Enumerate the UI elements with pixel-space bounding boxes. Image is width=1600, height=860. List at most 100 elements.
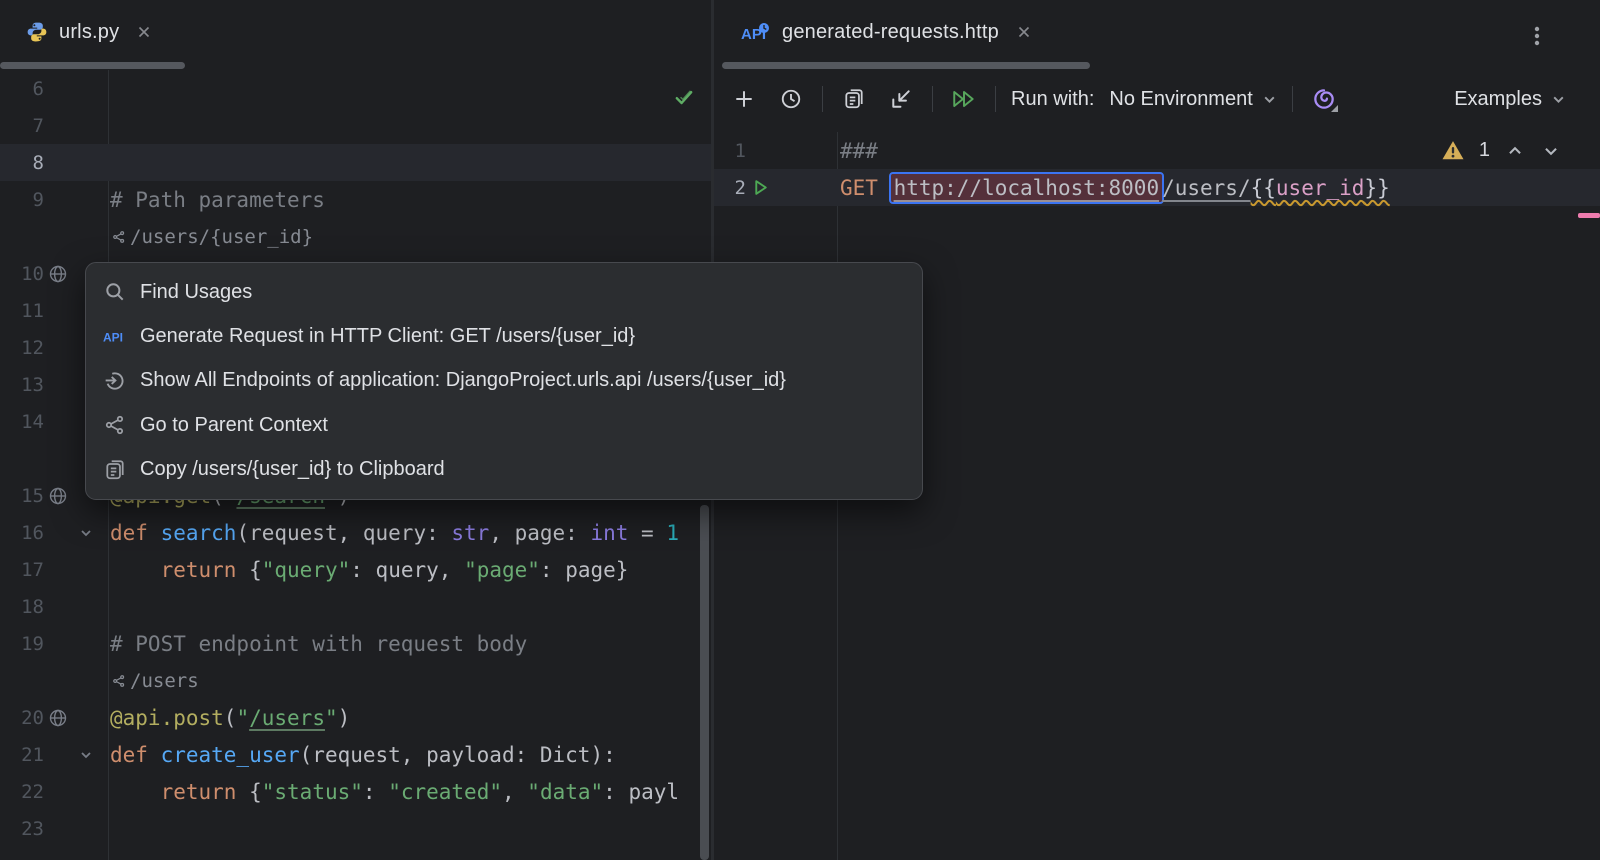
context-menu-item-go-to-parent-context[interactable]: Go to Parent Context <box>86 404 922 446</box>
request-history-button[interactable] <box>775 83 807 115</box>
dropdown-corner-icon <box>1331 105 1338 112</box>
chevron-up-icon <box>1506 142 1524 160</box>
token-txt: : <box>363 780 388 804</box>
code-line: 16def search(request, query: str, page: … <box>0 514 711 551</box>
token-txt: : payl <box>603 780 679 804</box>
examples-dropdown[interactable]: Examples <box>1454 88 1566 111</box>
line-number: 19 <box>0 633 44 655</box>
line-number: 16 <box>0 522 44 544</box>
code-line: 9# Path parameters <box>0 181 711 218</box>
token-str: "data" <box>527 780 603 804</box>
tab-scrollbar[interactable] <box>0 62 185 69</box>
show-endpoints-icon <box>103 370 127 392</box>
copy-icon <box>843 88 865 110</box>
inlay-hint-row: /users <box>0 662 711 699</box>
toolbar-separator <box>932 86 933 112</box>
error-stripe-mark[interactable] <box>1578 213 1600 218</box>
endpoint-inlay-icon[interactable] <box>112 230 126 244</box>
more-options-kebab-icon[interactable] <box>1526 22 1548 50</box>
code-line: 6 <box>0 70 711 107</box>
token-lnk: /users <box>249 706 325 730</box>
context-menu-item-show-all-endpoints[interactable]: Show All Endpoints of application: Djang… <box>86 360 922 402</box>
token-str: "status" <box>262 780 363 804</box>
endpoint-globe-icon[interactable] <box>44 708 72 728</box>
context-menu-item-generate-request[interactable]: API Generate Request in HTTP Client: GET… <box>86 316 922 358</box>
previous-problem-button[interactable] <box>1504 140 1526 162</box>
close-icon[interactable] <box>1016 24 1032 40</box>
add-request-button[interactable] <box>728 83 760 115</box>
code-line: 7 <box>0 107 711 144</box>
token-kw: return <box>161 780 250 804</box>
http-client-toolbar: Run with: No Environment Examples <box>714 70 1600 128</box>
fold-chevron-icon[interactable] <box>72 748 100 762</box>
endpoint-globe-icon[interactable] <box>44 264 72 284</box>
token-txt: ( <box>224 706 237 730</box>
code-text: return {"query": query, "page": page} <box>100 558 628 582</box>
copy-request-button[interactable] <box>838 83 870 115</box>
endpoint-inlay-text[interactable]: /users/{user_id} <box>130 226 313 248</box>
run-request-icon[interactable] <box>746 178 774 197</box>
toolbar-separator <box>1292 86 1293 112</box>
tab-title: urls.py <box>59 21 119 44</box>
token-txt: , <box>502 780 527 804</box>
line-number: 10 <box>0 263 44 285</box>
code-line: 18 <box>0 588 711 625</box>
endpoint-globe-icon[interactable] <box>44 486 72 506</box>
run-all-requests-button[interactable] <box>948 83 980 115</box>
code-line: 17 return {"query": query, "page": page} <box>0 551 711 588</box>
code-line: 20@api.post("/users") <box>0 699 711 736</box>
token-type: str <box>451 521 489 545</box>
fold-chevron-icon[interactable] <box>72 526 100 540</box>
code-text: /users/{user_id} <box>100 226 313 248</box>
toolbar-separator <box>822 86 823 112</box>
token-txt: : query, <box>350 558 464 582</box>
warning-count: 1 <box>1479 139 1490 162</box>
code-text: GET http://localhost:8000/users/{{user_i… <box>774 174 1390 202</box>
endpoint-inlay-text[interactable]: /users <box>130 670 199 692</box>
scrollbar-thumb[interactable] <box>700 505 709 860</box>
chevron-down-icon <box>1542 142 1560 160</box>
line-number: 9 <box>0 189 44 211</box>
context-menu-item-find-usages[interactable]: Find Usages <box>86 271 922 313</box>
code-text: # POST endpoint with request body <box>100 632 527 656</box>
context-menu-label: Copy /users/{user_id} to Clipboard <box>140 458 445 481</box>
inspections-ok-icon[interactable] <box>672 85 696 109</box>
line-number: 11 <box>0 300 44 322</box>
token-txt: ) <box>338 706 351 730</box>
line-number: 13 <box>0 374 44 396</box>
token-txt: (request, payload: Dict): <box>300 743 616 767</box>
token-brace: }} <box>1364 176 1389 200</box>
token-kw: GET <box>840 176 891 200</box>
line-number: 7 <box>0 115 44 137</box>
inlay-hint-row: /users/{user_id} <box>0 218 711 255</box>
token-dec: @api.post <box>110 706 224 730</box>
http-client-file-icon: API <box>741 21 771 43</box>
next-problem-button[interactable] <box>1540 140 1562 162</box>
token-str: "query" <box>262 558 351 582</box>
token-cmt: # POST endpoint with request body <box>110 632 527 656</box>
environment-dropdown[interactable]: No Environment <box>1109 88 1276 111</box>
tab-title: generated-requests.http <box>782 21 999 44</box>
ai-assistant-button[interactable] <box>1308 83 1340 115</box>
token-fn: create_user <box>161 743 300 767</box>
token-txt: { <box>249 780 262 804</box>
token-txt: = <box>628 521 666 545</box>
inspection-widget[interactable]: 1 <box>1441 139 1562 162</box>
tab-urls-py[interactable]: urls.py <box>20 10 158 54</box>
token-txt: (request, query: <box>236 521 451 545</box>
chevron-down-icon <box>1551 92 1566 107</box>
token-kw: def <box>110 521 161 545</box>
context-menu-label: Go to Parent Context <box>140 414 328 437</box>
token-lit: 1 <box>666 521 679 545</box>
close-icon[interactable] <box>136 24 152 40</box>
context-menu-label: Generate Request in HTTP Client: GET /us… <box>140 325 635 348</box>
find-usages-icon <box>103 281 127 303</box>
tab-scrollbar[interactable] <box>722 62 1090 69</box>
url-host-selection: http://localhost:8000 <box>891 174 1163 202</box>
context-menu-label: Find Usages <box>140 281 252 304</box>
open-in-http-client-button[interactable] <box>885 83 917 115</box>
toolbar-separator <box>995 86 996 112</box>
tab-generated-requests-http[interactable]: API generated-requests.http <box>735 10 1038 54</box>
context-menu-item-copy-path[interactable]: Copy /users/{user_id} to Clipboard <box>86 449 922 491</box>
endpoint-inlay-icon[interactable] <box>112 674 126 688</box>
